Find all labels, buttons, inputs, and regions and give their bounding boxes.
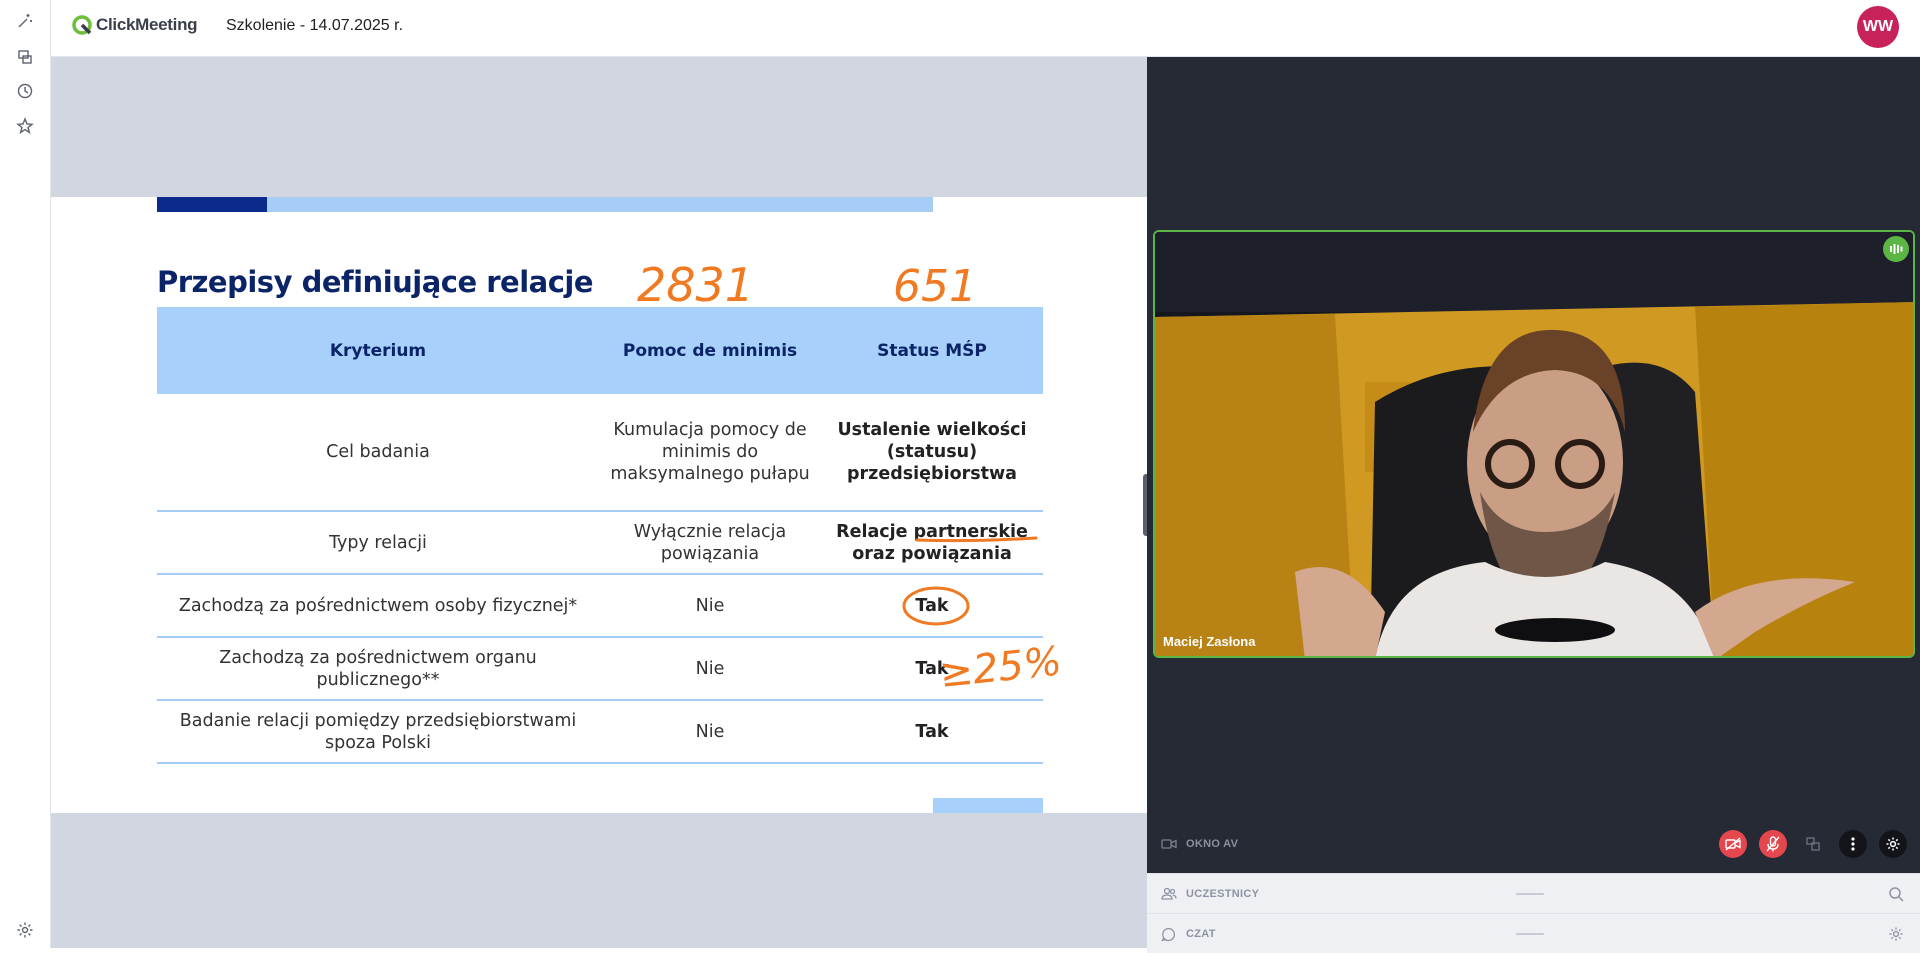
slide-accent-bar xyxy=(157,197,267,212)
speaker-name: Maciej Zasłona xyxy=(1163,634,1256,649)
header-de-minimis: Pomoc de minimis xyxy=(622,340,798,361)
magic-icon[interactable] xyxy=(13,9,37,33)
panel-grip[interactable] xyxy=(1516,892,1544,895)
slide-header-bar xyxy=(267,197,933,212)
audio-activity-icon xyxy=(1883,236,1909,262)
settings-icon[interactable] xyxy=(13,918,37,942)
ink-number-2831: 2831 xyxy=(637,258,754,312)
meeting-title: Szkolenie - 14.07.2025 r. xyxy=(226,17,404,34)
camera-off-button[interactable] xyxy=(1719,830,1747,858)
slide-title: Przepisy definiujące relacje xyxy=(157,265,594,299)
cell-msp-status: Tak xyxy=(915,721,949,742)
chat-settings-icon[interactable] xyxy=(1888,926,1904,947)
table-header: Kryterium Pomoc de minimis Status MŚP xyxy=(157,307,1043,394)
settings-icon xyxy=(1886,837,1900,851)
chat-icon xyxy=(1161,927,1176,947)
cell-msp-status: Relacje partnerskie oraz powiązania xyxy=(836,521,1028,564)
speaker-video-frame xyxy=(1155,232,1913,656)
participants-icon xyxy=(1161,887,1177,906)
cell-criterion: Zachodzą za pośrednictwem osoby fizyczne… xyxy=(178,595,578,616)
participants-panel-header[interactable]: UCZESTNICY xyxy=(1147,873,1920,913)
search-icon[interactable] xyxy=(1888,886,1904,907)
mic-off-button[interactable] xyxy=(1759,830,1787,858)
cell-criterion: Typy relacji xyxy=(329,532,427,553)
table-row: Badanie relacji pomiędzy przedsiębiorstw… xyxy=(157,701,1043,764)
layout-icon xyxy=(1806,837,1820,851)
clickmeeting-logo-icon xyxy=(72,15,92,35)
participants-label: UCZESTNICY xyxy=(1186,887,1260,900)
cell-criterion: Cel badania xyxy=(326,442,430,462)
panel-grip[interactable] xyxy=(1516,932,1544,935)
presentation-icon[interactable] xyxy=(13,45,37,69)
left-rail xyxy=(0,0,51,948)
speaker-video[interactable]: Maciej Zasłona xyxy=(1153,230,1915,658)
ink-number-651: 651 xyxy=(893,261,977,312)
slide-footer-block xyxy=(933,798,1043,813)
comparison-table: Kryterium Pomoc de minimis Status MŚP Ce… xyxy=(157,307,1043,764)
user-avatar[interactable]: WW xyxy=(1857,6,1899,48)
video-camera-icon xyxy=(1161,837,1177,855)
header-criterion: Kryterium xyxy=(329,340,427,361)
top-bar: ClickMeeting Szkolenie - 14.07.2025 r. W… xyxy=(51,0,1920,57)
chat-label: CZAT xyxy=(1186,927,1216,940)
av-settings-button[interactable] xyxy=(1879,830,1907,858)
star-icon[interactable] xyxy=(13,114,37,138)
av-window-bar: OKNO AV xyxy=(1147,825,1920,863)
table-row: Typy relacji Wyłącznie relacja powiązani… xyxy=(157,512,1043,575)
mic-off-icon xyxy=(1766,836,1780,852)
cell-de-minimis: Nie xyxy=(695,721,725,742)
history-icon[interactable] xyxy=(13,79,37,103)
presentation-stage: Przepisy definiujące relacje Kryterium P… xyxy=(51,57,1147,948)
layout-button[interactable] xyxy=(1799,830,1827,858)
cell-de-minimis: Kumulacja pomocy de minimis do maksymaln… xyxy=(610,420,810,484)
cell-de-minimis: Wyłącznie relacja powiązania xyxy=(633,521,787,564)
cell-msp-status: Tak xyxy=(915,658,949,679)
more-icon xyxy=(1851,837,1855,851)
cell-de-minimis: Nie xyxy=(695,595,725,616)
cell-msp-status: Ustalenie wielkości (statusu) przedsiębi… xyxy=(837,420,1027,484)
cell-criterion: Badanie relacji pomiędzy przedsiębiorstw… xyxy=(179,710,577,753)
more-options-button[interactable] xyxy=(1839,830,1867,858)
av-window-label: OKNO AV xyxy=(1186,838,1239,850)
chat-panel-header[interactable]: CZAT xyxy=(1147,913,1920,953)
table-row: Zachodzą za pośrednictwem organu publicz… xyxy=(157,638,1043,701)
header-msp-status: Status MŚP xyxy=(877,340,987,361)
presentation-slide: Przepisy definiujące relacje Kryterium P… xyxy=(51,197,1147,813)
app-name: ClickMeeting xyxy=(96,15,198,34)
clickmeeting-logo[interactable]: ClickMeeting xyxy=(71,14,198,36)
camera-off-icon xyxy=(1725,837,1741,851)
cell-msp-status: Tak xyxy=(915,595,949,616)
cell-de-minimis: Nie xyxy=(695,658,725,679)
table-row: Cel badania Kumulacja pomocy de minimis … xyxy=(157,394,1043,512)
av-panel: Maciej Zasłona OKNO AV UCZESTNICY CZAT xyxy=(1147,57,1920,953)
table-row: Zachodzą za pośrednictwem osoby fizyczne… xyxy=(157,575,1043,638)
cell-criterion: Zachodzą za pośrednictwem organu publicz… xyxy=(219,647,537,690)
